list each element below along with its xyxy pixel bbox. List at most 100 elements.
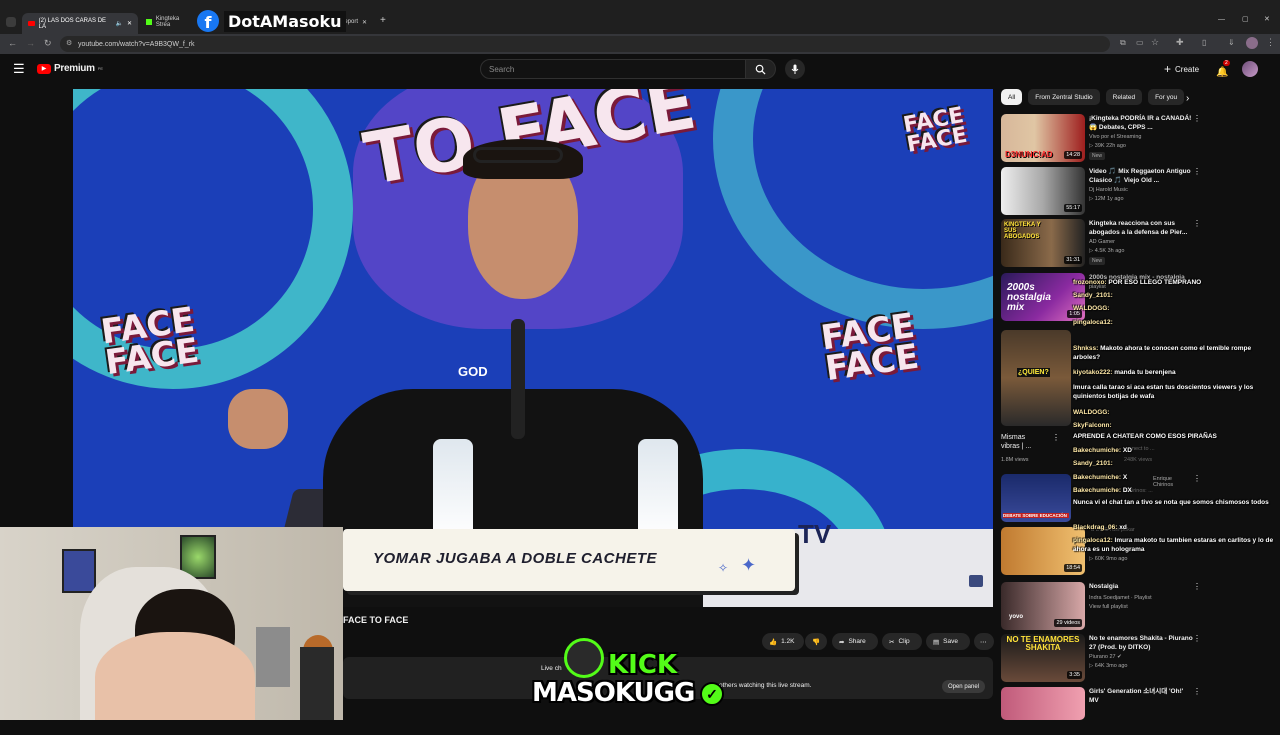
facebook-overlay: f DotAMasoku [197,9,346,33]
chat-message: pingaloca12: [1073,319,1278,328]
playlist-title[interactable]: Nostalgia [1089,583,1193,592]
site-info-icon[interactable]: ⚙ [66,39,72,47]
open-panel-button[interactable]: Open panel [941,680,985,693]
duration-badge: 31:31 [1064,256,1082,264]
search-input[interactable]: Search [480,59,746,79]
tab-active[interactable]: (2) LAS DOS CARAS DE LA 🔈 ✕ [22,13,138,34]
save-playlist-icon: ▤ [933,638,940,646]
recommended-video[interactable]: Girls' Generation 소녀시대 'Oh!' MV ⋮ [1001,687,1206,735]
more-actions-icon[interactable]: ⋮ [1193,582,1201,591]
reload-icon[interactable]: ↻ [44,38,52,49]
bookmark-star-icon[interactable]: ☆ [1151,37,1159,48]
video-title[interactable]: No te enamores Shakita - Piurano 27 (Pro… [1089,635,1193,653]
chat-username: WALDOGG: [1073,409,1110,416]
face-to-face-logo-right: FACE FACE [818,305,922,389]
chip-for-you[interactable]: For you [1148,89,1185,105]
search-button[interactable] [746,59,776,79]
chevron-right-icon[interactable]: › [1186,93,1189,104]
sidepanel-icon[interactable]: ▯ [1202,38,1206,47]
video-thumbnail[interactable]: ¿QUIEN? [1001,330,1071,426]
downloads-icon[interactable]: ⇓ [1228,38,1235,47]
more-actions-icon[interactable]: ⋮ [1193,114,1201,123]
recommended-video[interactable]: D3NUNC!AD 14:28 ¡Kingteka PODRÍA IR a CA… [1001,114,1206,162]
translate-icon[interactable]: ⧉ [1120,38,1126,48]
more-actions-icon[interactable]: ⋮ [1193,167,1201,176]
chat-username: Shnkss: [1073,345,1099,352]
stream-chat-overlay: frozonoxo: POR ESO LLEGO TEMPRANO Sandy_2… [1071,279,1280,560]
minimize-button[interactable]: — [1218,16,1225,23]
video-title[interactable]: ¡Kingteka PODRÍA IR a CANADÁ! 😱 Debates,… [1089,115,1193,133]
forward-icon[interactable]: → [26,38,35,48]
duration-badge: 18:54 [1064,564,1082,572]
kick-username: MASOKUGG [532,678,695,708]
video-title[interactable]: Mismas vibras | ... [1001,433,1041,452]
voice-search-button[interactable] [785,59,805,79]
save-button[interactable]: ▤ Save [926,633,970,650]
channel-name[interactable]: Piurano 27 ✔ [1089,654,1122,660]
more-actions-icon[interactable]: ⋮ [1193,634,1201,643]
thumbnail-text: NO TE ENAMORES SHAKITA [1006,635,1080,652]
maximize-button[interactable]: ▢ [1242,15,1249,23]
dislike-button[interactable]: 👎 [805,633,827,650]
speaker [300,647,334,720]
tab-search-button[interactable] [6,17,16,27]
recommended-playlist[interactable]: yovo 29 videos Nostalgia Indra Soedjamet… [1001,582,1206,630]
mini-fridge [256,627,290,687]
video-title[interactable]: Video 🎵 Mix Reggaeton Antiguo Clasico 🎵 … [1089,168,1193,186]
hamburger-menu-icon[interactable]: ☰ [13,61,25,77]
clip-button[interactable]: ✂ Clip [882,633,922,650]
more-actions-icon[interactable]: ⋮ [1052,433,1060,442]
chip-all[interactable]: All [1001,89,1023,105]
video-title[interactable]: Girls' Generation 소녀시대 'Oh!' MV [1089,688,1193,706]
close-icon[interactable]: ✕ [127,20,132,27]
chat-message: Imura calla tarao si aca estan tus dosci… [1073,384,1278,402]
sparkle-icon: ✦ [741,555,757,575]
close-window-button[interactable]: ✕ [1264,15,1270,23]
more-actions-icon[interactable]: ⋮ [1193,687,1201,696]
channel-name[interactable]: Dj Harold Music [1089,187,1128,193]
chat-message: Shnkss: Makoto ahora te conocen como el … [1073,345,1278,363]
cast-icon[interactable]: ▭ [1136,38,1144,47]
like-button[interactable]: 👍 1.2K [762,633,804,650]
channel-name[interactable]: AD Gamer [1089,239,1115,245]
chat-username: Blackdrag_06: [1073,524,1118,531]
address-bar[interactable]: ⚙ youtube.com/watch?v=A9B3QW_f_rk [60,36,1110,52]
view-full-playlist-link[interactable]: View full playlist [1089,604,1128,610]
video-meta: ▷ 4.5K 3h ago [1089,248,1125,254]
new-badge: New [1089,152,1106,160]
notifications-button[interactable]: 🔔 2 [1216,60,1230,80]
microphone-stand [511,319,525,439]
tab-kingteka[interactable]: Kingteka Strea [140,12,200,32]
video-meta: ▷ 64K 3mo ago [1089,663,1128,669]
youtube-logo[interactable]: ▶ Premium PE [37,63,103,74]
create-button[interactable]: + Create [1164,62,1199,76]
channel-name[interactable]: Vivo por el Streaming [1089,134,1141,140]
more-actions-icon[interactable]: ⋮ [1193,219,1201,228]
account-avatar[interactable] [1242,61,1258,77]
menu-dots-icon[interactable]: ⋮ [1266,37,1275,48]
chat-message: WALDOGG: [1073,305,1278,314]
new-tab-button[interactable]: + [380,15,386,26]
chat-username: Bakechumiche: [1073,474,1122,481]
microphone-icon [791,64,799,74]
recommended-video[interactable]: NO TE ENAMORES SHAKITA 3:35 No te enamor… [1001,634,1206,682]
recommended-video[interactable]: KINGTEKA Y SUS ABOGADOS 31:31 Kingteka r… [1001,219,1206,267]
chat-text: Nunca vi el chat tan a tivo se nota que … [1073,499,1269,506]
video-meta: 1.8M views [1001,457,1029,463]
chat-text: POR ESO LLEGO TEMPRANO [1108,279,1202,286]
chip-related[interactable]: Related [1105,89,1143,105]
open-panel-label: Open panel [947,683,979,690]
close-icon[interactable]: ✕ [362,19,367,26]
thumbnail-text: yovo [1009,614,1024,620]
chip-from-channel[interactable]: From Zentral Studio [1028,89,1100,105]
profile-avatar[interactable] [1246,37,1258,49]
facebook-icon: f [197,10,219,32]
recommended-video[interactable]: 55:17 Video 🎵 Mix Reggaeton Antiguo Clas… [1001,167,1206,215]
channel-name[interactable]: Indra Soedjamet · Playlist [1089,595,1152,601]
extensions-icon[interactable]: ✚ [1176,37,1184,48]
back-icon[interactable]: ← [8,38,17,48]
more-button[interactable]: ⋯ [974,633,994,650]
share-button[interactable]: ➦ Share [832,633,878,650]
video-title[interactable]: Kingteka reacciona con sus abogados a la… [1089,220,1193,238]
face-to-face-logo-left: FACE FACE [98,299,202,383]
